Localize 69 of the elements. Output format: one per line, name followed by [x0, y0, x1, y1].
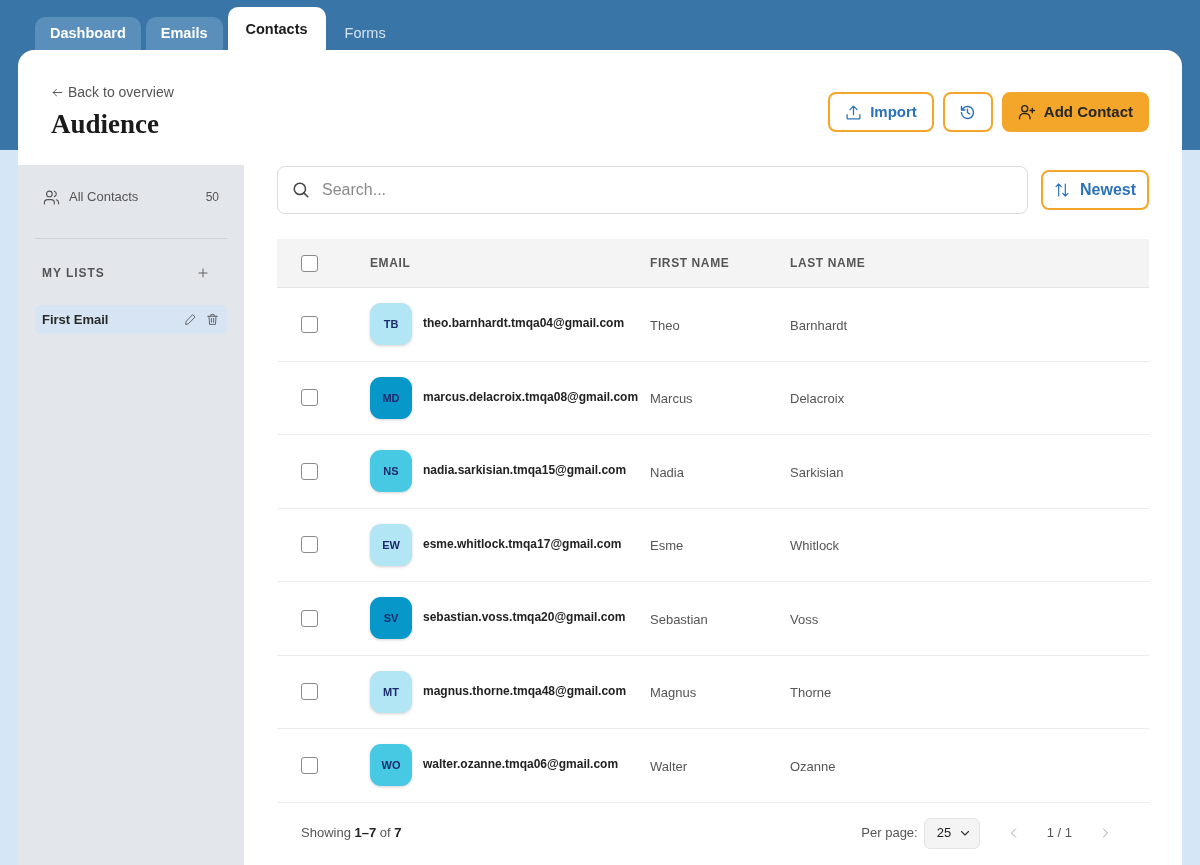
tab[interactable]: Dashboard: [35, 17, 141, 50]
checkbox[interactable]: [301, 389, 318, 407]
search-icon: [292, 181, 310, 199]
import-button[interactable]: Import: [828, 92, 934, 132]
table-cell-text: Ozanne: [790, 757, 836, 776]
email-address: walter.ozanne.tmqa06@gmail.com: [423, 756, 619, 774]
tab[interactable]: Emails: [145, 17, 223, 50]
table-cell-text: Esme: [650, 537, 684, 555]
add-contact-button[interactable]: Add Contact: [1001, 92, 1149, 132]
users-icon: [43, 188, 60, 206]
search-field[interactable]: Search...: [277, 166, 1028, 214]
avatar: NS: [370, 450, 412, 493]
table-cell-text: Marcus: [650, 390, 693, 408]
email-address: magnus.thorne.tmqa48@gmail.com: [423, 682, 627, 700]
history-icon: [959, 103, 977, 121]
page-title: Audience: [51, 108, 160, 141]
history-button[interactable]: [942, 92, 993, 132]
table-cell-text: Magnus: [650, 684, 697, 702]
list-item[interactable]: First Email: [35, 305, 227, 334]
column-header: EMAIL: [370, 255, 411, 272]
column-header: LAST NAME: [790, 255, 866, 272]
section-heading: MY LISTS: [42, 265, 105, 282]
upload-icon: [845, 103, 863, 121]
page-indicator: 1 / 1: [1046, 824, 1072, 843]
edit-button[interactable]: [184, 313, 197, 326]
tab[interactable]: Contacts: [227, 7, 326, 50]
table-cell-text: Barnhardt: [790, 316, 848, 335]
email-address: theo.barnhardt.tmqa04@gmail.com: [423, 315, 625, 333]
checkbox[interactable]: [301, 756, 318, 774]
checkbox[interactable]: [301, 683, 318, 701]
avatar: TB: [370, 303, 412, 346]
avatar: EW: [370, 523, 412, 566]
table-cell-text: Delacroix: [790, 390, 845, 408]
table-cell-text: Sarkisian: [790, 463, 844, 482]
table-cell-text: Whitlock: [790, 537, 840, 555]
table-cell-text: Thorne: [790, 684, 832, 702]
table-cell-text: Theo: [650, 316, 680, 335]
column-header: FIRST NAME: [650, 255, 730, 272]
sort-icon: [1054, 182, 1070, 198]
pencil-icon: [184, 313, 197, 326]
user-plus-icon: [1017, 103, 1036, 121]
checkbox[interactable]: [301, 315, 318, 333]
contact-count: 50: [205, 189, 219, 206]
email-address: sebastian.voss.tmqa20@gmail.com: [423, 609, 626, 627]
back-link[interactable]: Back to overview: [51, 83, 174, 101]
checkbox[interactable]: [301, 462, 318, 480]
email-address: marcus.delacroix.tmqa08@gmail.com: [423, 388, 639, 406]
checkbox[interactable]: [301, 254, 318, 272]
all-contacts-item[interactable]: All Contacts 50: [35, 182, 227, 212]
trash-icon: [206, 313, 219, 326]
email-address: nadia.sarkisian.tmqa15@gmail.com: [423, 462, 627, 480]
table-cell-text: Nadia: [650, 463, 684, 482]
delete-button[interactable]: [206, 313, 219, 326]
email-address: esme.whitlock.tmqa17@gmail.com: [423, 535, 622, 553]
avatar: SV: [370, 597, 412, 640]
sort-button[interactable]: Newest: [1041, 170, 1149, 210]
per-page-label: Per page:: [861, 824, 918, 843]
add-list-button[interactable]: [196, 266, 210, 280]
table-cell-text: Voss: [790, 610, 819, 629]
checkbox[interactable]: [301, 536, 318, 554]
table-cell-text: Sebastian: [650, 610, 708, 629]
results-summary: Showing 1–7 of 7: [301, 824, 402, 843]
per-page-select[interactable]: 25: [923, 817, 980, 849]
avatar: MD: [370, 376, 412, 419]
checkbox[interactable]: [301, 609, 318, 627]
plus-icon: [197, 267, 209, 279]
avatar: WO: [370, 744, 412, 787]
avatar: MT: [370, 670, 412, 713]
table-cell-text: Walter: [650, 757, 688, 776]
